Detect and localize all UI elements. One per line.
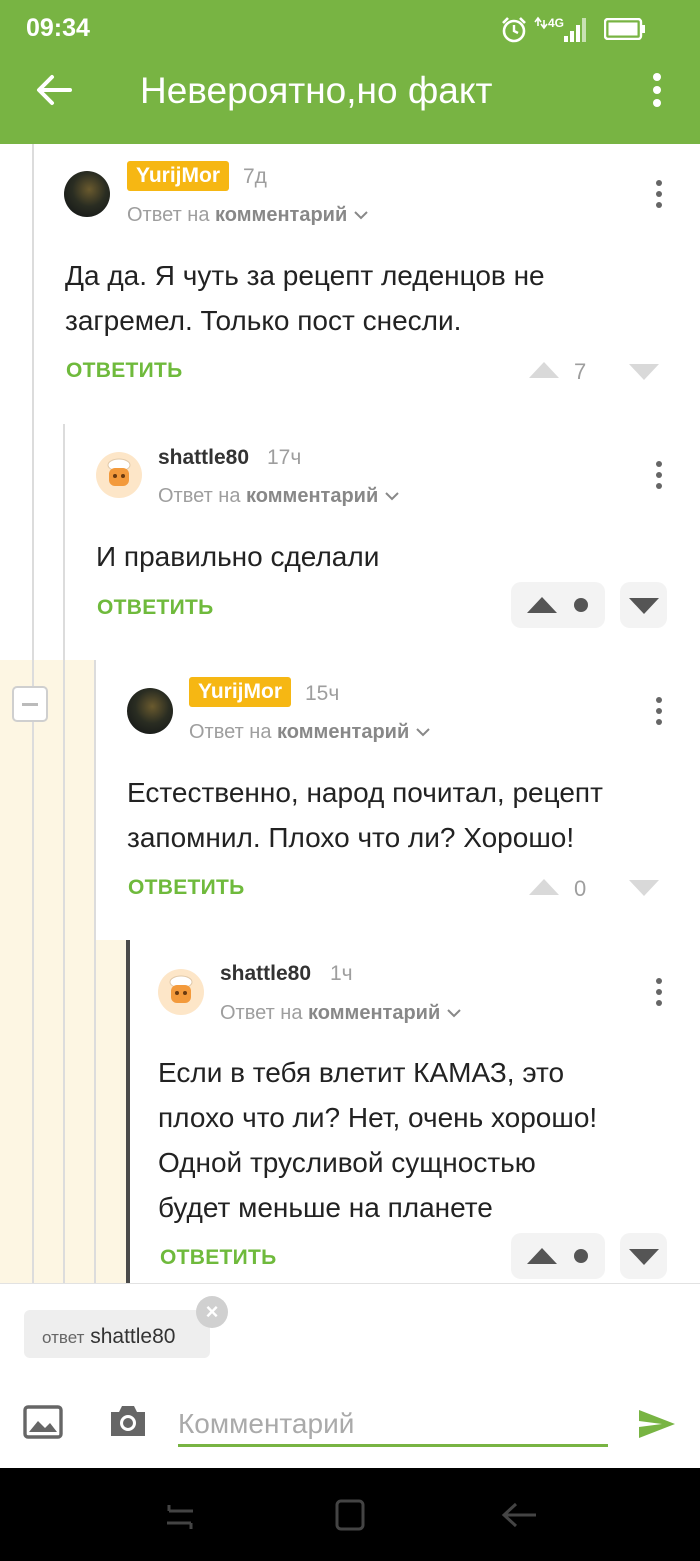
comment-text: Да да. Я чуть за рецепт леденцов не загр… — [65, 253, 545, 343]
comment-line: плохо что ли? Нет, очень хорошо! — [158, 1102, 598, 1133]
app-header: 09:34 4G Невероятно,но факт — [0, 0, 700, 144]
comment-line: И правильно сделали — [96, 541, 380, 572]
image-icon[interactable] — [23, 1404, 63, 1440]
reply-chip-user: shattle80 — [90, 1325, 176, 1348]
battery-icon — [604, 18, 645, 40]
upvote-icon[interactable] — [529, 362, 559, 378]
system-nav-bar — [0, 1468, 700, 1561]
avatar[interactable] — [96, 452, 142, 498]
comment-menu-icon[interactable] — [656, 978, 662, 1011]
home-icon[interactable] — [334, 1498, 366, 1532]
reply-target: комментарий — [215, 204, 348, 226]
rating-hidden-dot — [574, 598, 588, 612]
signal-icon: 4G — [534, 16, 586, 42]
status-time: 09:34 — [26, 14, 90, 42]
reply-to-link[interactable]: Ответ на комментарий — [220, 1002, 462, 1025]
reply-target: комментарий — [308, 1002, 441, 1024]
alarm-icon — [502, 17, 526, 43]
username[interactable]: YurijMor — [189, 677, 292, 707]
thread-line — [94, 660, 96, 1283]
network-type-label: 4G — [548, 16, 564, 30]
more-vertical-icon[interactable] — [650, 72, 664, 108]
upvote-icon[interactable] — [529, 879, 559, 895]
comment-line: Да да. Я чуть за рецепт леденцов не — [65, 260, 545, 291]
reply-button[interactable]: ОТВЕТИТЬ — [97, 596, 214, 620]
reply-button[interactable]: ОТВЕТИТЬ — [128, 876, 245, 900]
comment-age: 7д — [243, 165, 267, 188]
rating-value: 0 — [574, 876, 587, 901]
send-icon[interactable] — [638, 1408, 676, 1440]
reply-target: комментарий — [277, 721, 410, 743]
reply-target: комментарий — [246, 485, 379, 507]
recents-icon[interactable] — [163, 1501, 197, 1531]
chevron-down-icon — [416, 728, 430, 737]
chef-avatar-icon — [107, 458, 131, 486]
reply-to-link[interactable]: Ответ на комментарий — [127, 204, 369, 227]
reply-to-link[interactable]: Ответ на комментарий — [158, 485, 400, 508]
comment-line: Одной трусливой сущностью — [158, 1147, 536, 1178]
comment-input[interactable] — [178, 1404, 608, 1447]
comment-text: Естественно, народ почитал, рецепт запом… — [127, 770, 603, 860]
reply-chip-prefix: ответ — [42, 1328, 85, 1347]
comment-text: И правильно сделали — [96, 534, 379, 579]
camera-icon[interactable] — [107, 1402, 149, 1440]
comment-text: Если в тебя влетит КАМАЗ, это плохо что … — [158, 1050, 597, 1230]
comment-line: Естественно, народ почитал, рецепт — [127, 777, 603, 808]
highlight-thread-bg — [95, 940, 127, 1283]
highlight-thread-bg — [0, 660, 95, 1283]
page-title: Невероятно,но факт — [140, 70, 493, 111]
thread-line-active — [126, 940, 130, 1283]
reply-prefix: Ответ на — [189, 721, 272, 743]
username[interactable]: YurijMor — [127, 161, 230, 191]
username[interactable]: shattle80 — [220, 962, 311, 986]
comment-line: запомнил. Плохо что ли? Хорошо! — [127, 822, 575, 853]
reply-button[interactable]: ОТВЕТИТЬ — [66, 359, 183, 383]
reply-chip: ответ shattle80 — [24, 1310, 210, 1358]
downvote-icon[interactable] — [629, 1249, 659, 1265]
avatar[interactable] — [158, 969, 204, 1015]
reply-prefix: Ответ на — [158, 485, 241, 507]
chevron-down-icon — [354, 211, 368, 220]
avatar[interactable] — [64, 171, 110, 217]
arrow-left-icon[interactable] — [34, 70, 74, 110]
comment-line: будет меньше на планете — [158, 1192, 493, 1223]
rating-hidden-dot — [574, 1249, 588, 1263]
comment-age: 17ч — [267, 446, 302, 469]
reply-prefix: Ответ на — [127, 204, 210, 226]
back-icon[interactable] — [500, 1500, 538, 1530]
downvote-icon[interactable] — [629, 598, 659, 614]
comment-age: 1ч — [330, 962, 353, 985]
comment-composer: ответ shattle80 × — [0, 1283, 700, 1469]
comment-age: 15ч — [305, 682, 340, 705]
vote-box — [511, 1233, 605, 1279]
reply-button[interactable]: ОТВЕТИТЬ — [160, 1246, 277, 1270]
comment-menu-icon[interactable] — [656, 697, 662, 730]
minus-icon — [22, 703, 38, 706]
thread-line — [63, 424, 65, 1283]
chef-avatar-icon — [169, 975, 193, 1003]
close-icon[interactable]: × — [196, 1296, 228, 1328]
comment-line: загремел. Только пост снесли. — [65, 305, 462, 336]
upvote-icon[interactable] — [527, 597, 557, 613]
vote-box — [511, 582, 605, 628]
downvote-icon[interactable] — [629, 880, 659, 896]
comment-menu-icon[interactable] — [656, 180, 662, 213]
collapse-thread-button[interactable] — [12, 686, 48, 722]
chevron-down-icon — [447, 1009, 461, 1018]
reply-to-link[interactable]: Ответ на комментарий — [189, 721, 431, 744]
reply-prefix: Ответ на — [220, 1002, 303, 1024]
upvote-icon[interactable] — [527, 1248, 557, 1264]
downvote-icon[interactable] — [629, 364, 659, 380]
rating-value: 7 — [574, 359, 587, 384]
chevron-down-icon — [385, 492, 399, 501]
comment-menu-icon[interactable] — [656, 461, 662, 494]
username[interactable]: shattle80 — [158, 446, 249, 470]
avatar[interactable] — [127, 688, 173, 734]
comment-line: Если в тебя влетит КАМАЗ, это — [158, 1057, 565, 1088]
